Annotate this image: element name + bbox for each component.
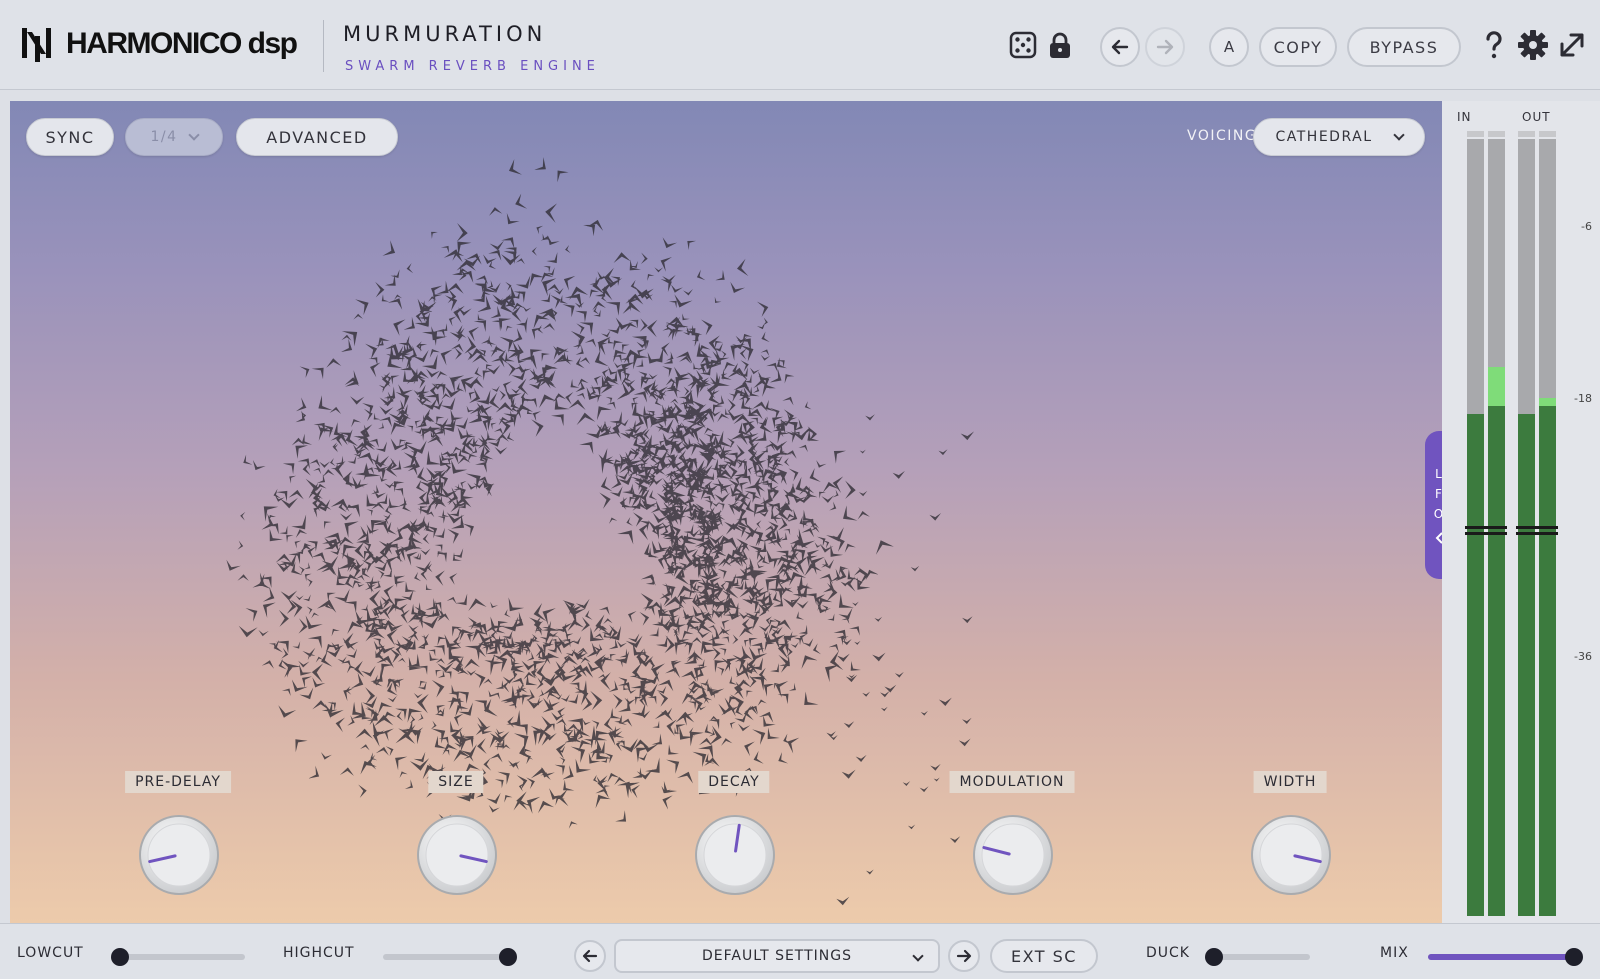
voicing-value: CATHEDRAL [1275, 129, 1373, 145]
highcut-label: HIGHCUT [283, 945, 355, 961]
knob-label: MODULATION [949, 771, 1075, 793]
bird-swarm [226, 157, 975, 906]
chevron-down-icon [1392, 128, 1405, 141]
mix-slider-thumb[interactable] [1565, 948, 1583, 966]
meter-in-label: IN [1457, 110, 1472, 124]
db-scale-label: -18 [1574, 392, 1592, 405]
settings-button[interactable] [1515, 27, 1551, 63]
voicing-label: VOICING [1187, 128, 1258, 144]
knob-decay[interactable]: DECAY [654, 771, 814, 901]
randomize-button[interactable] [1005, 27, 1041, 63]
lock-button[interactable] [1042, 27, 1078, 63]
bypass-button[interactable]: BYPASS [1347, 27, 1461, 67]
arrow-right-icon [956, 949, 972, 963]
lfo-letter: O [1433, 507, 1442, 521]
lfo-panel-tab[interactable]: L F O [1425, 431, 1442, 579]
undo-arrow-icon [1111, 39, 1129, 55]
mix-slider-fill [1428, 954, 1574, 960]
size-knob[interactable] [415, 813, 499, 897]
expand-icon [1560, 33, 1584, 57]
undo-button[interactable] [1100, 27, 1140, 67]
chevron-left-icon [1435, 532, 1442, 544]
header-divider [323, 20, 324, 72]
knob-width[interactable]: WIDTH [1210, 771, 1370, 901]
lowcut-label: LOWCUT [17, 945, 84, 961]
meter-in-right [1486, 131, 1507, 916]
copy-button[interactable]: COPY [1259, 27, 1337, 67]
sync-division-select[interactable]: 1/4 [125, 118, 223, 156]
threshold-marker[interactable] [1516, 526, 1537, 529]
highcut-slider-thumb[interactable] [499, 948, 517, 966]
product-subtitle: SWARM REVERB ENGINE [345, 59, 600, 74]
meter-out-left [1516, 131, 1537, 916]
preset-name: DEFAULT SETTINGS [701, 948, 853, 964]
chevron-down-icon [912, 950, 924, 962]
db-scale-label: -36 [1574, 650, 1592, 663]
brand-suffix: dsp [247, 27, 298, 60]
brand-name: HARMONICO [66, 27, 242, 60]
lowcut-slider-thumb[interactable] [111, 948, 129, 966]
mix-slider-track[interactable] [1428, 954, 1574, 960]
arrow-left-icon [582, 949, 598, 963]
knob-modulation[interactable]: MODULATION [932, 771, 1092, 901]
redo-button[interactable] [1145, 27, 1185, 67]
advanced-button[interactable]: ADVANCED [236, 118, 398, 156]
gear-icon [1518, 30, 1548, 60]
dice-icon [1009, 31, 1037, 59]
lowcut-slider-track[interactable] [120, 954, 245, 960]
threshold-marker[interactable] [1465, 526, 1486, 529]
preset-selector[interactable]: DEFAULT SETTINGS [614, 939, 940, 973]
swarm-visualizer: SYNC 1/4 ADVANCED VOICING CATHEDRAL L F … [10, 101, 1442, 923]
mix-label: MIX [1380, 945, 1409, 961]
sync-division-value: 1/4 [150, 129, 178, 145]
knob-pre-delay[interactable]: PRE-DELAY [98, 771, 258, 901]
db-scale-label: -6 [1581, 220, 1592, 233]
duck-slider-thumb[interactable] [1205, 948, 1223, 966]
knob-size[interactable]: SIZE [376, 771, 536, 901]
meter-in-left [1465, 131, 1486, 916]
pre-delay-knob[interactable] [137, 813, 221, 897]
highcut-slider-track[interactable] [383, 954, 508, 960]
meter-out-right [1537, 131, 1558, 916]
brand-logo: HARMONICO dsp [20, 24, 298, 64]
ab-toggle-button[interactable]: A [1209, 27, 1249, 67]
footer-bar: LOWCUT HIGHCUT DEFAULT SETTINGS EXT SC D… [0, 923, 1600, 979]
duck-slider-track[interactable] [1214, 954, 1310, 960]
lfo-letter: L [1435, 467, 1442, 481]
voicing-select[interactable]: CATHEDRAL [1253, 118, 1425, 156]
duck-label: DUCK [1146, 945, 1190, 961]
preset-next-button[interactable] [948, 940, 980, 972]
meter-out-label: OUT [1522, 110, 1551, 124]
resize-button[interactable] [1554, 27, 1590, 63]
harmonico-logo-icon [22, 28, 51, 62]
header-bar: HARMONICO dsp MURMURATION SWARM REVERB E… [0, 0, 1600, 90]
help-button[interactable] [1476, 27, 1512, 63]
modulation-knob[interactable] [971, 813, 1055, 897]
knob-label: SIZE [428, 771, 484, 793]
product-title: MURMURATION [343, 22, 547, 46]
chevron-down-icon [187, 128, 200, 141]
redo-arrow-icon [1156, 39, 1174, 55]
bird-shapes [226, 157, 975, 906]
lfo-letter: F [1435, 487, 1442, 501]
knob-label: DECAY [698, 771, 770, 793]
width-knob[interactable] [1249, 813, 1333, 897]
preset-prev-button[interactable] [574, 940, 606, 972]
knob-label: WIDTH [1253, 771, 1327, 793]
level-meter: IN OUT -6 -18 -36 [1442, 101, 1600, 923]
knob-label: PRE-DELAY [125, 771, 231, 793]
ext-sidechain-button[interactable]: EXT SC [990, 939, 1098, 973]
lock-icon [1050, 32, 1070, 58]
decay-knob[interactable] [693, 813, 777, 897]
help-icon [1486, 31, 1502, 59]
sync-button[interactable]: SYNC [26, 118, 114, 156]
